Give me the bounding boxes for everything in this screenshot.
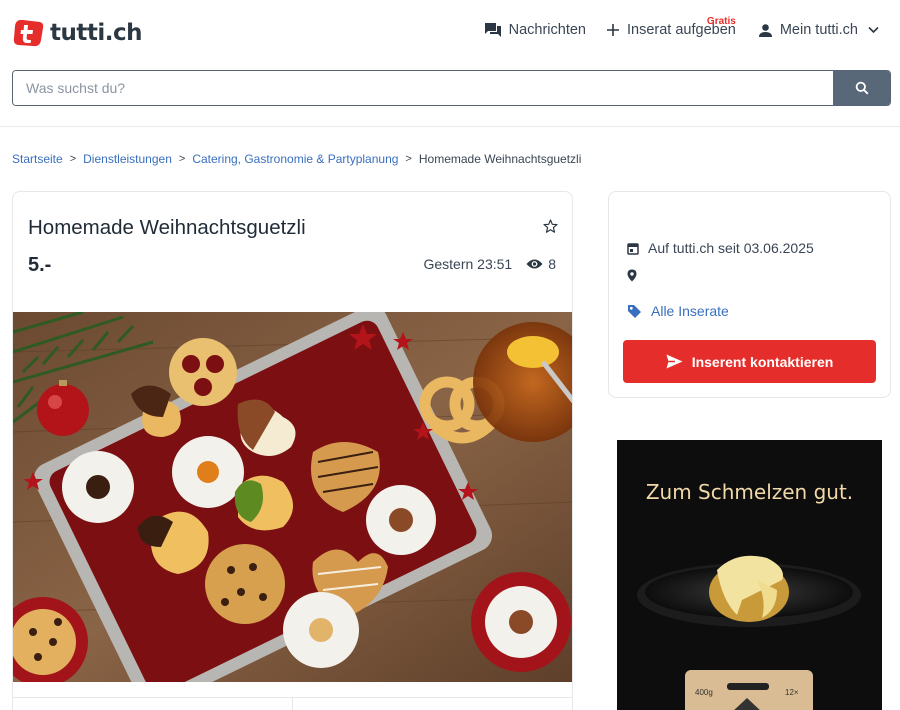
search-icon [855, 81, 868, 95]
listing-price: 5.- [28, 254, 52, 276]
chevron-right-icon: > [405, 153, 412, 165]
listing-photo[interactable] [13, 312, 573, 682]
seller-location [627, 269, 646, 282]
user-icon [758, 23, 772, 37]
account-menu[interactable]: Mein tutti.ch [758, 22, 886, 38]
all-listings-label: Alle Inserate [651, 303, 729, 319]
listing-card: Homemade Weihnachtsguetzli 5.- Gestern 2… [12, 191, 573, 710]
brand-name: tutti.ch [50, 20, 143, 46]
plus-icon [606, 24, 619, 36]
messages-link[interactable]: Nachrichten [484, 22, 586, 38]
main-nav: Nachrichten Inserat aufgeben Gratis Mein… [484, 16, 886, 38]
site-header: tutti.ch Nachrichten Inserat aufgeben Gr… [0, 0, 900, 127]
card-divider [13, 697, 572, 698]
send-icon [666, 354, 683, 369]
chevron-right-icon: > [178, 153, 186, 165]
messages-label: Nachrichten [508, 22, 586, 38]
svg-text:12×: 12× [785, 688, 799, 697]
favorite-star-icon[interactable] [543, 219, 558, 239]
gratis-badge: Gratis [706, 16, 736, 27]
contact-seller-button[interactable]: Inserent kontaktieren [623, 340, 876, 383]
breadcrumb: Startseite > Dienstleistungen > Catering… [12, 152, 581, 166]
breadcrumb-current: Homemade Weihnachtsguetzli [418, 152, 582, 166]
posted-time: Gestern 23:51 [423, 256, 513, 272]
location-pin-icon [627, 269, 637, 282]
tag-icon [628, 304, 641, 318]
all-listings-link[interactable]: Alle Inserate [627, 303, 729, 319]
chevron-right-icon: > [69, 153, 77, 165]
listing-title: Homemade Weihnachtsguetzli [28, 216, 306, 239]
card-divider-vertical [292, 697, 293, 710]
breadcrumb-services[interactable]: Dienstleistungen [83, 152, 172, 166]
svg-text:400g: 400g [695, 688, 713, 697]
member-since: Auf tutti.ch seit 03.06.2025 [627, 240, 814, 256]
ad-headline: Zum Schmelzen gut. [645, 480, 854, 504]
account-label: Mein tutti.ch [779, 22, 858, 38]
tutti-logo-icon [12, 17, 44, 49]
search-button[interactable] [833, 71, 890, 105]
search-input[interactable] [13, 71, 833, 105]
breadcrumb-home[interactable]: Startseite [12, 152, 63, 166]
view-count-value: 8 [548, 256, 556, 272]
tutti-logo[interactable]: tutti.ch [12, 17, 143, 49]
eye-icon [526, 259, 543, 269]
advertisement-banner[interactable]: Zum Schmelzen gut. 400g 12× [617, 440, 882, 710]
breadcrumb-catering[interactable]: Catering, Gastronomie & Partyplanung [192, 152, 398, 166]
chat-icon [484, 23, 501, 37]
insert-listing-link[interactable]: Inserat aufgeben Gratis [606, 16, 736, 38]
member-since-text: Auf tutti.ch seit 03.06.2025 [648, 240, 814, 256]
calendar-icon [627, 242, 639, 255]
seller-card: Auf tutti.ch seit 03.06.2025 Alle Insera… [608, 191, 891, 398]
chevron-down-icon [868, 26, 879, 34]
listing-meta: Gestern 23:51 8 [423, 256, 556, 272]
view-count: 8 [526, 256, 556, 272]
contact-seller-label: Inserent kontaktieren [691, 353, 834, 370]
search-bar [12, 70, 891, 106]
